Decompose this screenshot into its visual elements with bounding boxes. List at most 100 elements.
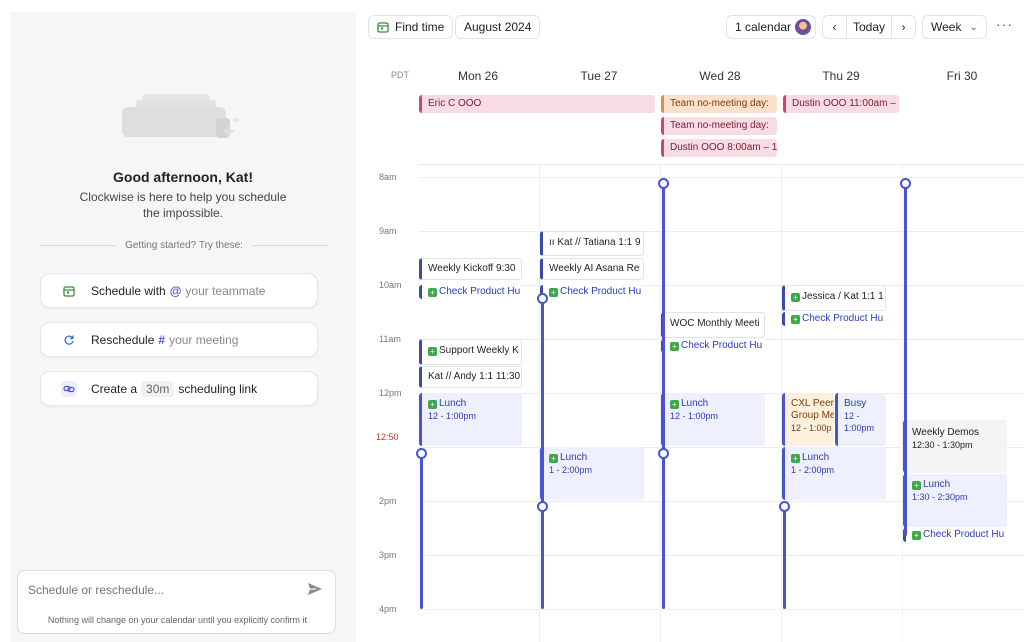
plus-icon: + <box>428 400 437 409</box>
scheduling-link-label: scheduling link <box>178 381 258 396</box>
more-options-icon[interactable]: ··· <box>996 16 1013 32</box>
availability-track <box>420 454 423 609</box>
day-header-thu: Thu 29 <box>822 69 860 83</box>
calendar-icon <box>377 22 389 33</box>
event-lunch-fri[interactable]: + Lunch 1:30 - 2:30pm <box>903 474 1007 527</box>
event-cxl-peer-group[interactable]: CXL Peer Group Me 12 - 1:00p <box>782 393 834 446</box>
event-time: 1:30 - 2:30pm <box>912 492 968 502</box>
event-title: Check Product Hu <box>802 313 884 324</box>
event-title: Lunch <box>802 452 830 463</box>
avatar <box>795 19 812 35</box>
schedule-with-button[interactable]: Schedule with @ your teammate <box>40 273 318 308</box>
assistant-panel: Good afternoon, Kat! Clockwise is here t… <box>10 12 356 642</box>
duration-chip: 30m <box>141 380 175 397</box>
schedule-with-label: Schedule with <box>91 283 166 298</box>
event-title: Check Product Hu <box>439 286 521 297</box>
availability-track <box>783 506 786 609</box>
event-jessica-kat[interactable]: + Jessica / Kat 1:1 1 <box>782 285 886 311</box>
plus-icon: + <box>791 315 800 324</box>
plus-icon: + <box>428 347 437 356</box>
next-week-button[interactable]: › <box>891 16 915 38</box>
event-check-product-hunt[interactable]: + Check Product Hu <box>903 528 1007 542</box>
hour-label: 8am <box>379 172 397 182</box>
today-button[interactable]: Today <box>847 20 891 34</box>
availability-handle[interactable] <box>416 448 427 459</box>
hour-label: 2pm <box>379 496 397 506</box>
day-header-mon: Mon 26 <box>457 69 499 83</box>
event-team-no-meeting[interactable]: Team no-meeting day: <box>661 95 777 113</box>
event-title: Eric C OOO <box>428 98 482 109</box>
gridline <box>418 177 1024 178</box>
getting-started-divider: Getting started? Try these: <box>40 238 328 252</box>
composer-note: Nothing will change on your calendar unt… <box>47 615 308 625</box>
event-check-product-hunt[interactable]: + Check Product Hu <box>419 285 522 299</box>
availability-handle[interactable] <box>537 293 548 304</box>
event-lunch-thu[interactable]: + Lunch 1 - 2:00pm <box>782 447 886 500</box>
event-check-product-hunt[interactable]: + Check Product Hu <box>782 312 886 326</box>
event-title: Lunch <box>560 452 588 463</box>
availability-handle[interactable] <box>537 501 548 512</box>
event-check-product-hunt[interactable]: + Check Product Hu <box>661 339 765 353</box>
event-dustin-ooo-wed[interactable]: Dustin OOO 8:00am – 1 <box>661 139 777 157</box>
at-symbol: @ <box>169 283 182 298</box>
hour-label: 3pm <box>379 550 397 560</box>
event-kat-tatiana[interactable]: ıı Kat // Tatiana 1:1 9 <box>540 231 644 256</box>
reschedule-button[interactable]: Reschedule # your meeting <box>40 322 318 357</box>
event-title: Weekly AI Asana Re <box>549 263 640 274</box>
event-woc-monthly[interactable]: WOC Monthly Meeti <box>661 312 765 338</box>
event-time: 1:00pm <box>844 423 875 433</box>
find-time-button[interactable]: Find time <box>368 15 454 39</box>
availability-track <box>904 186 907 536</box>
event-team-no-meeting-2[interactable]: Team no-meeting day: <box>661 117 777 135</box>
event-title-line2: Group Me <box>791 410 834 421</box>
event-check-product-hunt[interactable]: + Check Product Hu <box>540 285 644 299</box>
event-title: Check Product Hu <box>560 286 642 297</box>
availability-handle[interactable] <box>658 178 669 189</box>
event-title: ıı Kat // Tatiana 1:1 9 <box>549 237 641 248</box>
event-weekly-kickoff[interactable]: Weekly Kickoff 9:30 <box>419 258 522 280</box>
event-weekly-demos[interactable]: Weekly Demos 12:30 - 1:30pm <box>903 420 1007 473</box>
event-title: Dustin OOO 11:00am – <box>792 98 896 109</box>
view-select[interactable]: Week ⌄ <box>922 15 987 39</box>
event-title: Lunch <box>681 398 709 409</box>
hour-label: 4pm <box>379 604 397 614</box>
plus-icon: + <box>670 342 679 351</box>
create-link-button[interactable]: Create a 30m scheduling link <box>40 371 318 406</box>
prev-week-button[interactable]: ‹ <box>823 16 847 38</box>
event-title: WOC Monthly Meeti <box>670 318 760 329</box>
event-title: Weekly Kickoff 9:30 <box>428 263 516 274</box>
plus-icon: + <box>791 454 800 463</box>
calendars-button[interactable]: 1 calendar <box>726 15 817 39</box>
send-icon[interactable] <box>307 581 323 597</box>
hour-label: 12pm <box>379 388 402 398</box>
hour-label: 9am <box>379 226 397 236</box>
event-dustin-ooo-thu[interactable]: Dustin OOO 11:00am – <box>783 95 899 113</box>
schedule-input[interactable] <box>28 583 298 597</box>
event-support-weekly[interactable]: + Support Weekly K <box>419 339 522 365</box>
current-time-label: 12:50 <box>376 432 399 442</box>
event-lunch-tue[interactable]: + Lunch 1 - 2:00pm <box>540 447 644 500</box>
view-label: Week <box>931 20 962 34</box>
hour-label: 10am <box>379 280 402 290</box>
day-header-tue: Tue 27 <box>580 69 618 83</box>
event-kat-andy[interactable]: Kat // Andy 1:1 11:30 <box>419 366 522 388</box>
event-time: 12 - <box>844 411 860 421</box>
event-busy[interactable]: Busy 12 - 1:00pm <box>835 393 886 446</box>
event-title: Team no-meeting day: <box>670 120 769 131</box>
event-time: 12 - 1:00pm <box>428 411 477 421</box>
event-title: Kat // Andy 1:1 11:30 <box>428 371 521 382</box>
event-title: Lunch <box>439 398 467 409</box>
day-divider <box>902 165 903 642</box>
month-button[interactable]: August 2024 <box>455 15 541 39</box>
event-lunch-mon[interactable]: + Lunch 12 - 1:00pm <box>419 393 522 446</box>
availability-handle[interactable] <box>658 448 669 459</box>
availability-handle[interactable] <box>779 501 790 512</box>
event-eric-ooo[interactable]: Eric C OOO <box>419 95 655 113</box>
day-header-wed: Wed 28 <box>699 69 741 83</box>
event-title: Busy <box>844 398 867 409</box>
event-lunch-wed[interactable]: + Lunch 12 - 1:00pm <box>661 393 765 446</box>
availability-handle[interactable] <box>900 178 911 189</box>
event-weekly-ai-asana[interactable]: Weekly AI Asana Re <box>540 258 644 280</box>
availability-track <box>541 298 544 609</box>
event-time: 12 - 1:00pm <box>670 411 719 421</box>
